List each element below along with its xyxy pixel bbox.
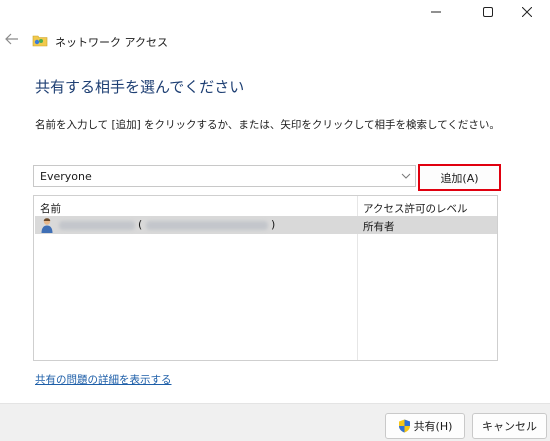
page-title: 共有する相手を選んでください: [35, 78, 245, 96]
maximize-icon: [483, 7, 493, 17]
uac-shield-icon: [398, 419, 410, 433]
combobox-value: Everyone: [40, 170, 92, 183]
window-title: ネットワーク アクセス: [55, 36, 168, 49]
network-share-icon: [32, 35, 48, 47]
instruction-text: 名前を入力して [追加] をクリックするか、または、矢印をクリックして相手を検索…: [35, 119, 500, 131]
user-combobox[interactable]: Everyone: [33, 165, 416, 187]
column-header-permission-level[interactable]: アクセス許可のレベル: [363, 201, 467, 216]
close-button[interactable]: [504, 0, 550, 24]
close-icon: [522, 7, 532, 17]
network-access-window: ネットワーク アクセス 共有する相手を選んでください 名前を入力して [追加] …: [0, 0, 550, 441]
paren-open: (: [138, 218, 143, 231]
redacted-user-email: [146, 221, 268, 230]
permission-level-cell[interactable]: 所有者: [363, 219, 395, 234]
share-button-label: 共有(H): [413, 420, 453, 433]
column-header-name[interactable]: 名前: [40, 201, 61, 216]
cancel-button[interactable]: キャンセル: [472, 413, 547, 439]
sharing-troubleshoot-link[interactable]: 共有の問題の詳細を表示する: [35, 372, 172, 387]
chevron-down-icon[interactable]: [401, 171, 411, 181]
add-button[interactable]: 追加(A): [418, 164, 501, 191]
redacted-user-name: [59, 221, 135, 230]
minimize-icon: [431, 11, 441, 13]
share-list-table: 名前 アクセス許可のレベル ( ) 所有者: [33, 195, 498, 361]
title-bar: [0, 0, 550, 24]
share-button[interactable]: 共有(H): [385, 413, 465, 439]
back-arrow-icon: [5, 33, 18, 45]
minimize-button[interactable]: [413, 0, 459, 24]
table-row[interactable]: ( ) 所有者: [35, 216, 497, 234]
paren-close: ): [271, 218, 276, 231]
user-icon: [41, 218, 53, 233]
dialog-footer: 共有(H) キャンセル: [0, 403, 550, 441]
back-button[interactable]: [4, 31, 20, 47]
